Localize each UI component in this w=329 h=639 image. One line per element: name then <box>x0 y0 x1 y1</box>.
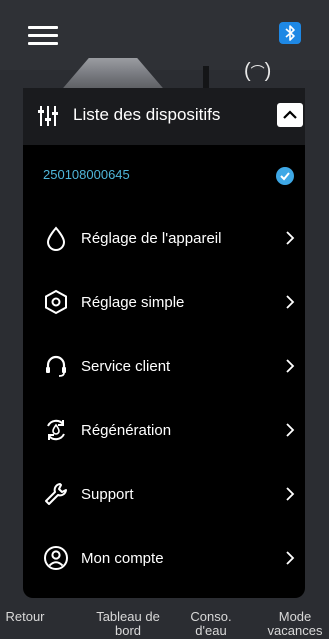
device-menu-panel: Liste des dispositifs 250108000645 Régla… <box>23 88 305 598</box>
nav-water-consumption[interactable]: Conso. d'eau <box>183 610 239 638</box>
menu-item-my-account[interactable]: Mon compte <box>23 527 305 589</box>
bottom-nav: Retour Tableau de bord Conso. d'eau Mode… <box>0 600 329 639</box>
check-icon <box>276 167 294 185</box>
chevron-right-icon <box>286 487 295 501</box>
user-circle-icon <box>44 546 68 570</box>
nav-back[interactable]: Retour <box>4 610 46 624</box>
menu-header: Liste des dispositifs <box>23 88 305 145</box>
bluetooth-icon[interactable] <box>279 22 301 44</box>
menu-item-label: Régénération <box>81 422 172 439</box>
menu-item-regeneration[interactable]: Régénération <box>23 399 305 461</box>
menu-item-support[interactable]: Support <box>23 463 305 525</box>
device-item[interactable]: 250108000645 <box>23 145 305 207</box>
device-id: 250108000645 <box>43 167 130 182</box>
menu-item-label: Réglage simple <box>81 294 185 311</box>
menu-title: Liste des dispositifs <box>73 105 221 124</box>
chevron-right-icon <box>286 423 295 437</box>
wrench-icon <box>45 483 67 505</box>
refresh-cycle-icon <box>47 419 65 441</box>
menu-item-simple-settings[interactable]: Réglage simple <box>23 271 305 333</box>
hexagon-settings-icon <box>45 289 67 315</box>
water-drop-icon <box>46 226 66 251</box>
menu-item-label: Service client <box>81 358 171 375</box>
collapse-button[interactable] <box>277 103 303 127</box>
chevron-right-icon <box>286 551 295 565</box>
chevron-right-icon <box>286 295 295 309</box>
chevron-right-icon <box>286 359 295 373</box>
menu-item-label: Réglage de l'appareil <box>81 230 222 247</box>
hamburger-menu-icon[interactable] <box>28 26 58 46</box>
top-bar <box>0 0 329 70</box>
chevron-right-icon <box>286 231 295 245</box>
chevron-up-icon <box>283 110 297 119</box>
headset-icon <box>46 355 66 377</box>
signal-wave-icon: (⌒) <box>244 60 272 82</box>
nav-dashboard[interactable]: Tableau de bord <box>89 610 167 638</box>
nav-vacation-mode[interactable]: Mode vacances <box>262 610 328 638</box>
equalizer-icon <box>38 106 58 126</box>
menu-item-customer-service[interactable]: Service client <box>23 335 305 397</box>
menu-item-label: Support <box>81 486 134 503</box>
menu-item-label: Mon compte <box>81 550 164 567</box>
background-indicator <box>203 66 209 88</box>
menu-item-device-settings[interactable]: Réglage de l'appareil <box>23 207 305 269</box>
